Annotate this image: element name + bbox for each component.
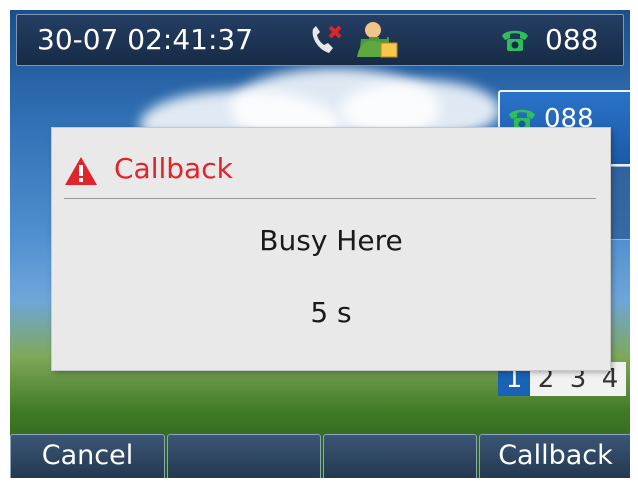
status-bar: 30-07 02:41:37 088 bbox=[16, 14, 624, 66]
cancel-softkey[interactable]: Cancel bbox=[10, 434, 165, 478]
softkey-3[interactable] bbox=[323, 434, 477, 478]
divider bbox=[64, 198, 596, 199]
datetime: 30-07 02:41:37 bbox=[37, 23, 254, 56]
callback-dialog: Callback Busy Here 5 s bbox=[52, 128, 610, 370]
contact-icon bbox=[357, 22, 398, 58]
softkey-2[interactable] bbox=[167, 434, 321, 478]
phone-icon bbox=[502, 30, 528, 51]
phone-screen: 30-07 02:41:37 088 088 1234 Callback Bus… bbox=[10, 10, 630, 478]
callback-softkey[interactable]: Callback bbox=[479, 434, 630, 478]
dialog-countdown: 5 s bbox=[310, 296, 352, 329]
line-label: 088 bbox=[545, 23, 599, 56]
warning-icon bbox=[65, 157, 97, 185]
softkey-bar: Cancel Callback bbox=[10, 434, 630, 478]
missed-call-icon bbox=[312, 25, 342, 53]
dialog-message: Busy Here bbox=[259, 224, 403, 257]
dialog-title: Callback bbox=[114, 152, 233, 185]
